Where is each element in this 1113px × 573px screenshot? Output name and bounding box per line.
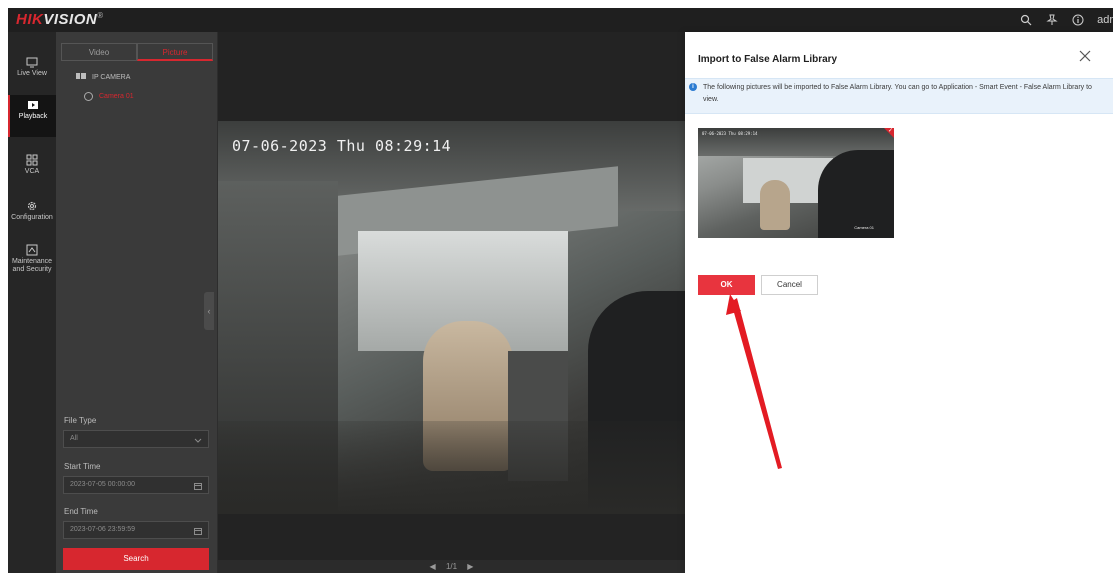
end-time-field[interactable]: 2023-07-06 23:59:59 <box>63 521 209 539</box>
vca-icon <box>26 154 38 166</box>
nav-label: VCA <box>24 168 40 175</box>
thumb-figurine-shape <box>760 180 790 230</box>
osd-timestamp: 07-06-2023 Thu 08:29:14 <box>232 137 452 155</box>
maintenance-icon <box>26 244 38 256</box>
tab-picture[interactable]: Picture <box>137 43 213 61</box>
left-navigation: Live View Playback VCA Configuration Mai… <box>8 32 56 573</box>
cancel-button[interactable]: Cancel <box>761 275 818 295</box>
info-banner: i The following pictures will be importe… <box>685 78 1113 114</box>
tree-ip-camera[interactable]: IP CAMERA <box>76 72 130 82</box>
playback-icon <box>27 99 39 111</box>
nav-item-vca[interactable]: VCA <box>8 150 56 192</box>
search-panel: Video Picture IP CAMERA Camera 01 File T… <box>56 32 218 573</box>
end-time-label: End Time <box>64 507 98 516</box>
pin-icon[interactable] <box>1045 13 1059 27</box>
camera-group-icon <box>76 72 86 82</box>
info-icon[interactable] <box>1071 13 1085 27</box>
calendar-icon <box>194 526 202 535</box>
next-page-icon[interactable]: ▶ <box>467 562 473 571</box>
close-icon[interactable] <box>1077 48 1093 64</box>
top-actions: adr <box>1019 13 1113 27</box>
panel-collapse-handle[interactable]: ‹ <box>204 292 214 330</box>
prev-page-icon[interactable]: ◀ <box>430 562 436 571</box>
nav-item-live-view[interactable]: Live View <box>8 52 56 94</box>
tree-child-label: Camera 01 <box>99 93 134 100</box>
info-text: The following pictures will be imported … <box>703 84 1092 103</box>
playback-control-bar: ◀ 1/1 ▶ <box>218 560 685 573</box>
brand-logo: HIKVISION® <box>16 11 104 28</box>
file-type-label: File Type <box>64 416 97 425</box>
start-time-field[interactable]: 2023-07-05 00:00:00 <box>63 476 209 494</box>
top-bar: HIKVISION® adr <box>8 8 1113 32</box>
dialog-title: Import to False Alarm Library <box>698 54 838 65</box>
gear-icon <box>26 200 38 212</box>
check-icon: ✓ <box>887 128 893 134</box>
picture-thumbnail[interactable]: 07-06-2023 Thu 08:29:14 Camera 01 ✓ <box>698 128 894 238</box>
start-time-label: Start Time <box>64 462 101 471</box>
monitor-icon <box>26 56 38 68</box>
nav-label: Playback <box>18 113 48 120</box>
thumb-timestamp: 07-06-2023 Thu 08:29:14 <box>702 131 758 136</box>
file-type-select[interactable]: All <box>63 430 209 448</box>
user-menu[interactable]: adr <box>1097 14 1113 26</box>
tree-camera-01[interactable]: Camera 01 <box>84 92 134 101</box>
search-icon[interactable] <box>1019 13 1033 27</box>
nav-item-configuration[interactable]: Configuration <box>8 196 56 238</box>
camera-icon <box>84 92 93 101</box>
calendar-icon <box>194 481 202 490</box>
nav-item-maintenance[interactable]: Maintenance and Security <box>8 240 56 282</box>
nav-label: Live View <box>17 70 47 77</box>
thumb-camera-label: Camera 01 <box>854 225 874 230</box>
tree-root-label: IP CAMERA <box>92 73 131 81</box>
app-window: HIKVISION® adr Live View Playback VCA Co… <box>0 0 1113 573</box>
search-button[interactable]: Search <box>63 548 209 570</box>
floor-shape <box>218 421 685 514</box>
video-frame: 07-06-2023 Thu 08:29:14 <box>218 121 685 514</box>
video-viewer: 07-06-2023 Thu 08:29:14 ◀ 1/1 ▶ <box>218 32 685 573</box>
nav-label: Configuration <box>11 214 53 221</box>
nav-label: Maintenance and Security <box>11 258 53 273</box>
nav-item-playback[interactable]: Playback <box>8 95 56 137</box>
info-circle-icon: i <box>689 83 697 91</box>
ok-button[interactable]: OK <box>698 275 755 295</box>
panel-tabs: Video Picture <box>61 43 213 61</box>
page-indicator: 1/1 <box>445 562 458 571</box>
import-dialog: Import to False Alarm Library i The foll… <box>685 32 1113 573</box>
tab-video[interactable]: Video <box>61 43 137 61</box>
chevron-down-icon <box>194 435 202 443</box>
